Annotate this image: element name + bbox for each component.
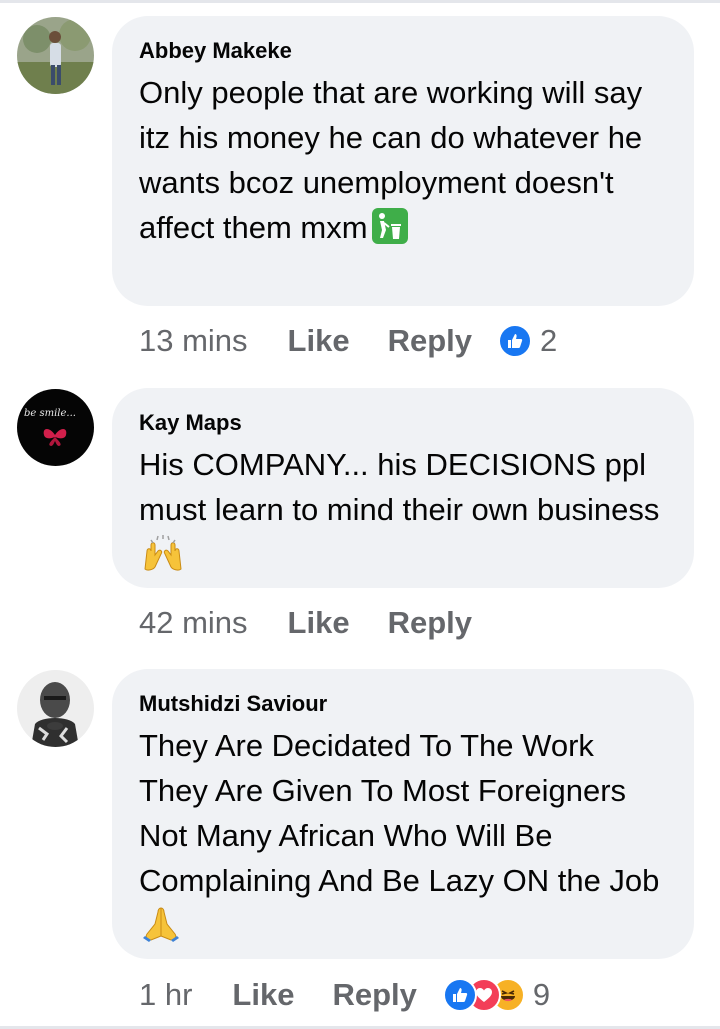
- like-button[interactable]: Like: [288, 605, 350, 641]
- comment-bubble: Mutshidzi Saviour They Are Decidated To …: [112, 669, 694, 959]
- comment-bubble: Abbey Makeke Only people that are workin…: [112, 16, 694, 306]
- like-reaction-icon: [442, 978, 477, 1012]
- avatar-caption: be smile...: [24, 408, 76, 419]
- comment-text: His COMPANY... his DECISIONS ppl must le…: [139, 447, 660, 527]
- avatar-photo: [17, 17, 94, 94]
- comment-text: They Are Decidated To The Work They Are …: [139, 728, 660, 898]
- comment-bubble: Kay Maps His COMPANY... his DECISIONS pp…: [112, 388, 694, 588]
- trash-bin-emoji-icon: [370, 208, 410, 244]
- comment-author[interactable]: Kay Maps: [139, 410, 670, 436]
- comment-timestamp[interactable]: 1 hr: [139, 977, 192, 1013]
- reply-button[interactable]: Reply: [388, 605, 472, 641]
- like-reaction-icon: [498, 324, 532, 358]
- avatar[interactable]: [17, 17, 94, 94]
- comment-meta: 1 hr Like Reply 9: [139, 975, 550, 1015]
- reaction-count: 9: [532, 977, 551, 1012]
- comment-meta: 13 mins Like Reply 2: [139, 321, 557, 361]
- avatar-photo: be smile...: [17, 389, 94, 466]
- reply-button[interactable]: Reply: [332, 977, 416, 1013]
- like-button[interactable]: Like: [232, 977, 294, 1013]
- comment-timestamp[interactable]: 42 mins: [139, 605, 248, 641]
- like-button[interactable]: Like: [288, 323, 350, 359]
- top-divider: [0, 0, 720, 3]
- avatar[interactable]: [17, 670, 94, 747]
- comment-author[interactable]: Mutshidzi Saviour: [139, 691, 670, 717]
- raising-hands-emoji-icon: [141, 535, 182, 571]
- avatar-photo: [17, 670, 94, 747]
- comment-author[interactable]: Abbey Makeke: [139, 38, 670, 64]
- reactions-summary[interactable]: 2: [498, 323, 557, 359]
- avatar[interactable]: be smile...: [17, 389, 94, 466]
- folded-hands-emoji-icon: [141, 906, 181, 942]
- comment-timestamp[interactable]: 13 mins: [139, 323, 248, 359]
- reactions-summary[interactable]: 9: [442, 977, 551, 1013]
- reaction-count: 2: [540, 323, 558, 358]
- comment-meta: 42 mins Like Reply: [139, 603, 510, 643]
- reply-button[interactable]: Reply: [388, 323, 472, 359]
